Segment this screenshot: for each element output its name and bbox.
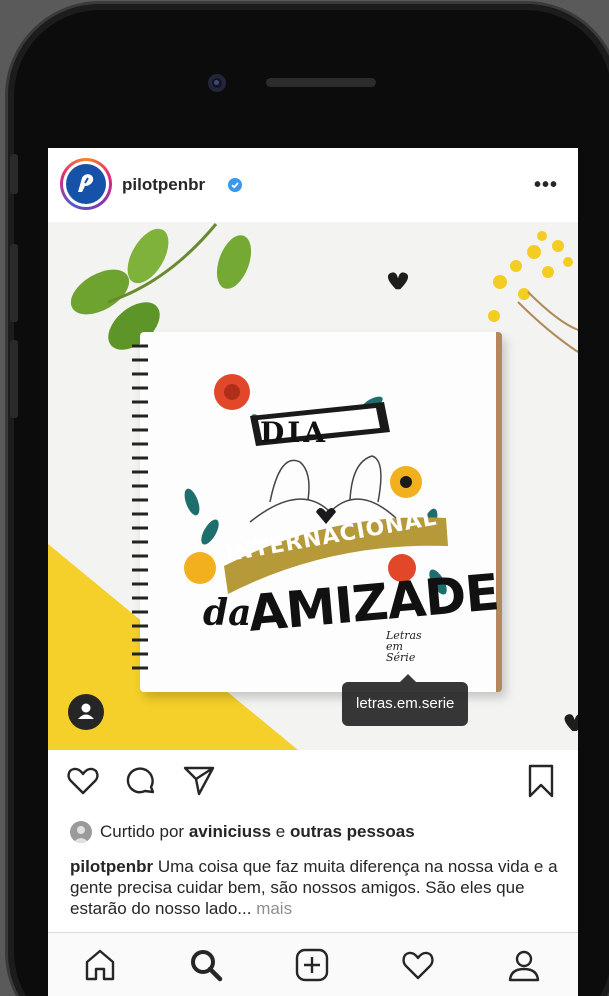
notebook-page xyxy=(140,332,502,692)
post-header: pilotpenbr ••• xyxy=(48,148,578,222)
user-tag-tooltip[interactable]: letras.em.serie xyxy=(342,674,469,726)
art-signature: Letras em Série xyxy=(386,629,422,664)
notebook-spiral xyxy=(132,344,148,670)
earpiece-speaker xyxy=(266,78,376,87)
comment-icon[interactable] xyxy=(124,764,158,798)
tagged-users-icon[interactable] xyxy=(68,694,104,730)
post-image[interactable]: DIA INTERNACIONAL da AMIZADE Letras em S… xyxy=(48,222,578,750)
profile-avatar[interactable] xyxy=(60,158,112,210)
pilot-logo-icon xyxy=(66,164,106,204)
liker-avatar[interactable] xyxy=(70,821,92,843)
art-text-da: da xyxy=(203,592,252,634)
volume-up-button xyxy=(10,244,18,322)
heart-icon[interactable] xyxy=(66,764,100,798)
home-icon[interactable] xyxy=(82,947,118,983)
likes-middle: e xyxy=(271,822,290,841)
post-caption: pilotpenbr Uma coisa que faz muita difer… xyxy=(70,856,566,919)
mute-switch xyxy=(10,154,18,194)
post-actions xyxy=(48,750,578,816)
search-icon[interactable] xyxy=(188,947,224,983)
likes-line: Curtido por aviniciuss e outras pessoas xyxy=(70,820,415,844)
likes-prefix: Curtido por xyxy=(100,822,189,841)
add-icon[interactable] xyxy=(294,947,330,983)
instagram-screen: pilotpenbr ••• DIA INTERNACIONAL da AMIZ… xyxy=(48,148,578,996)
bottom-tab-bar xyxy=(48,932,578,996)
profile-icon[interactable] xyxy=(506,947,542,983)
post-username[interactable]: pilotpenbr xyxy=(122,175,205,195)
liker-username[interactable]: aviniciuss xyxy=(189,822,271,842)
verified-badge-icon xyxy=(228,178,242,192)
volume-down-button xyxy=(10,340,18,418)
activity-icon[interactable] xyxy=(400,947,436,983)
caption-username[interactable]: pilotpenbr xyxy=(70,857,153,876)
front-camera xyxy=(208,74,226,92)
art-text-dia: DIA xyxy=(260,416,329,449)
share-icon[interactable] xyxy=(182,764,216,798)
caption-more-link[interactable]: mais xyxy=(256,899,292,918)
more-options-icon[interactable]: ••• xyxy=(534,174,558,197)
bookmark-icon[interactable] xyxy=(524,764,558,798)
likes-others-link[interactable]: outras pessoas xyxy=(290,822,415,842)
